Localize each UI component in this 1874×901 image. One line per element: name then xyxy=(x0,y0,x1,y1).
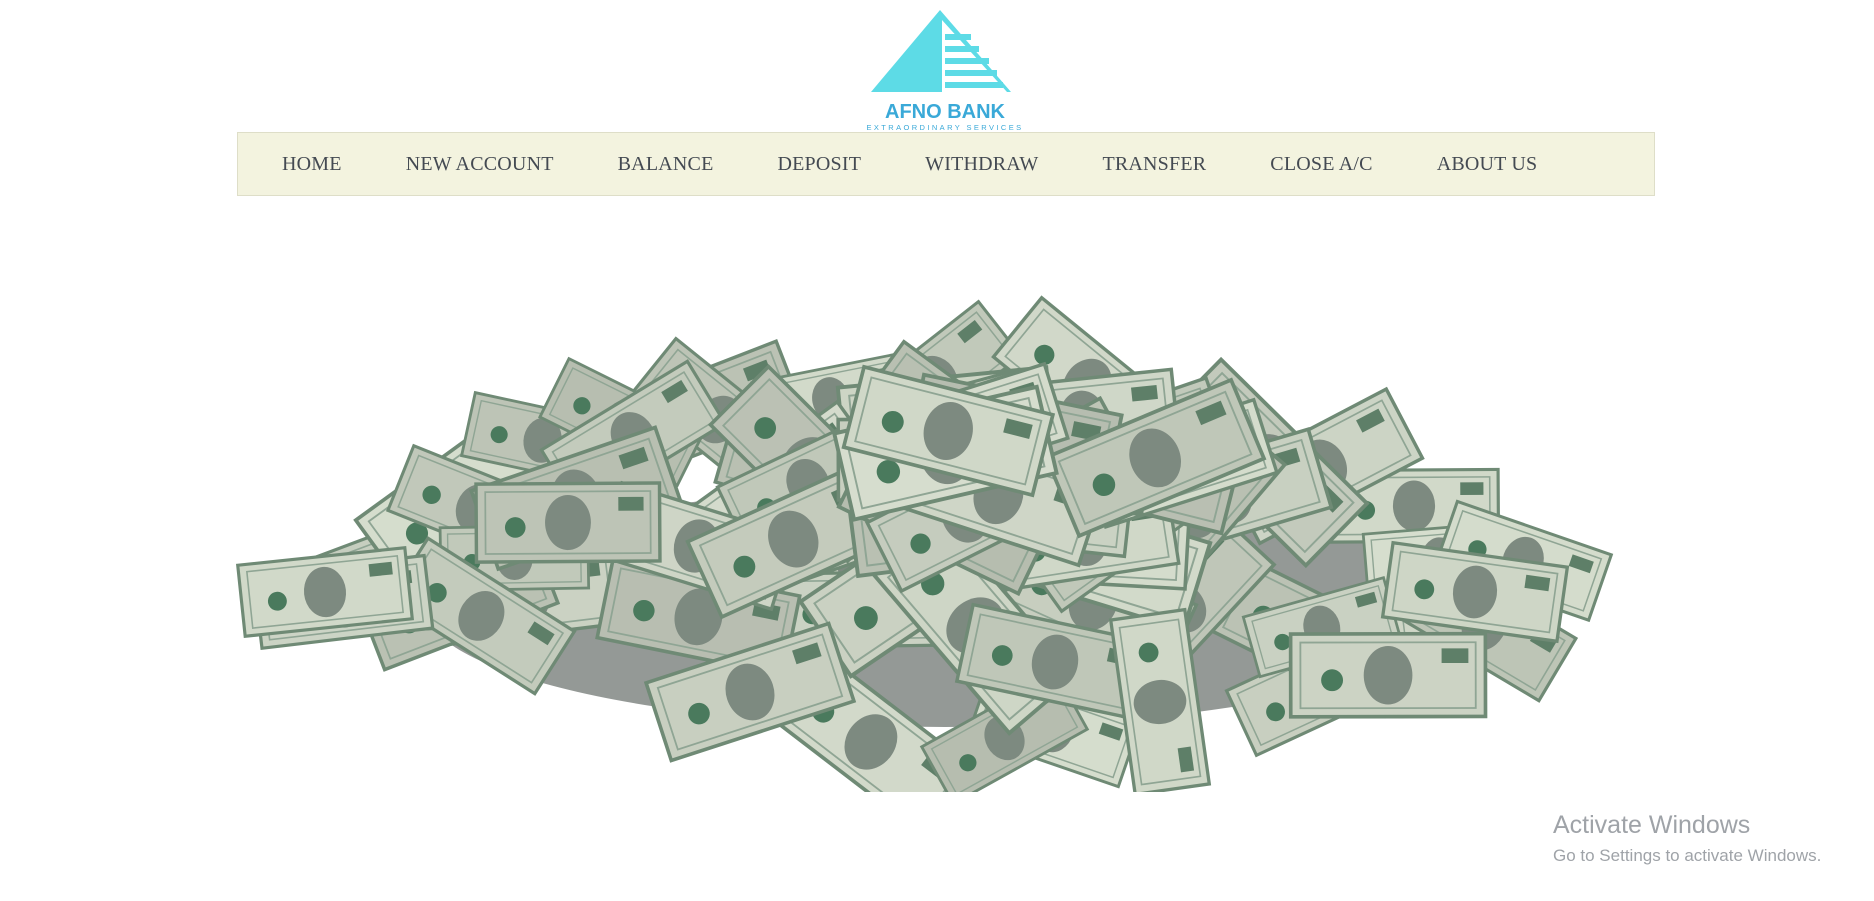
nav-transfer[interactable]: TRANSFER xyxy=(1102,153,1206,176)
watermark-subtitle: Go to Settings to activate Windows. xyxy=(1553,846,1822,865)
banknote xyxy=(474,481,662,564)
nav-home[interactable]: HOME xyxy=(282,153,342,176)
hero-money-image xyxy=(175,262,1715,838)
nav-balance[interactable]: BALANCE xyxy=(618,153,714,176)
nav-withdraw[interactable]: WITHDRAW xyxy=(925,153,1038,176)
brand-tagline: EXTRAORDINARY SERVICES xyxy=(867,123,1024,132)
nav-about-us[interactable]: ABOUT US xyxy=(1437,153,1538,176)
bank-logo[interactable]: AFNO BANK EXTRAORDINARY SERVICES xyxy=(855,8,1037,132)
brand-name: AFNO BANK xyxy=(885,101,1006,123)
banknote xyxy=(1288,631,1488,719)
main-nav: HOME NEW ACCOUNT BALANCE DEPOSIT WITHDRA… xyxy=(237,132,1655,196)
windows-activation-watermark: Activate Windows Go to Settings to activ… xyxy=(1553,810,1821,869)
nav-close-account[interactable]: CLOSE A/C xyxy=(1270,153,1372,176)
banknote xyxy=(235,545,415,639)
nav-deposit[interactable]: DEPOSIT xyxy=(777,153,861,176)
nav-new-account[interactable]: NEW ACCOUNT xyxy=(406,153,554,176)
watermark-title: Activate Windows xyxy=(1553,811,1751,839)
